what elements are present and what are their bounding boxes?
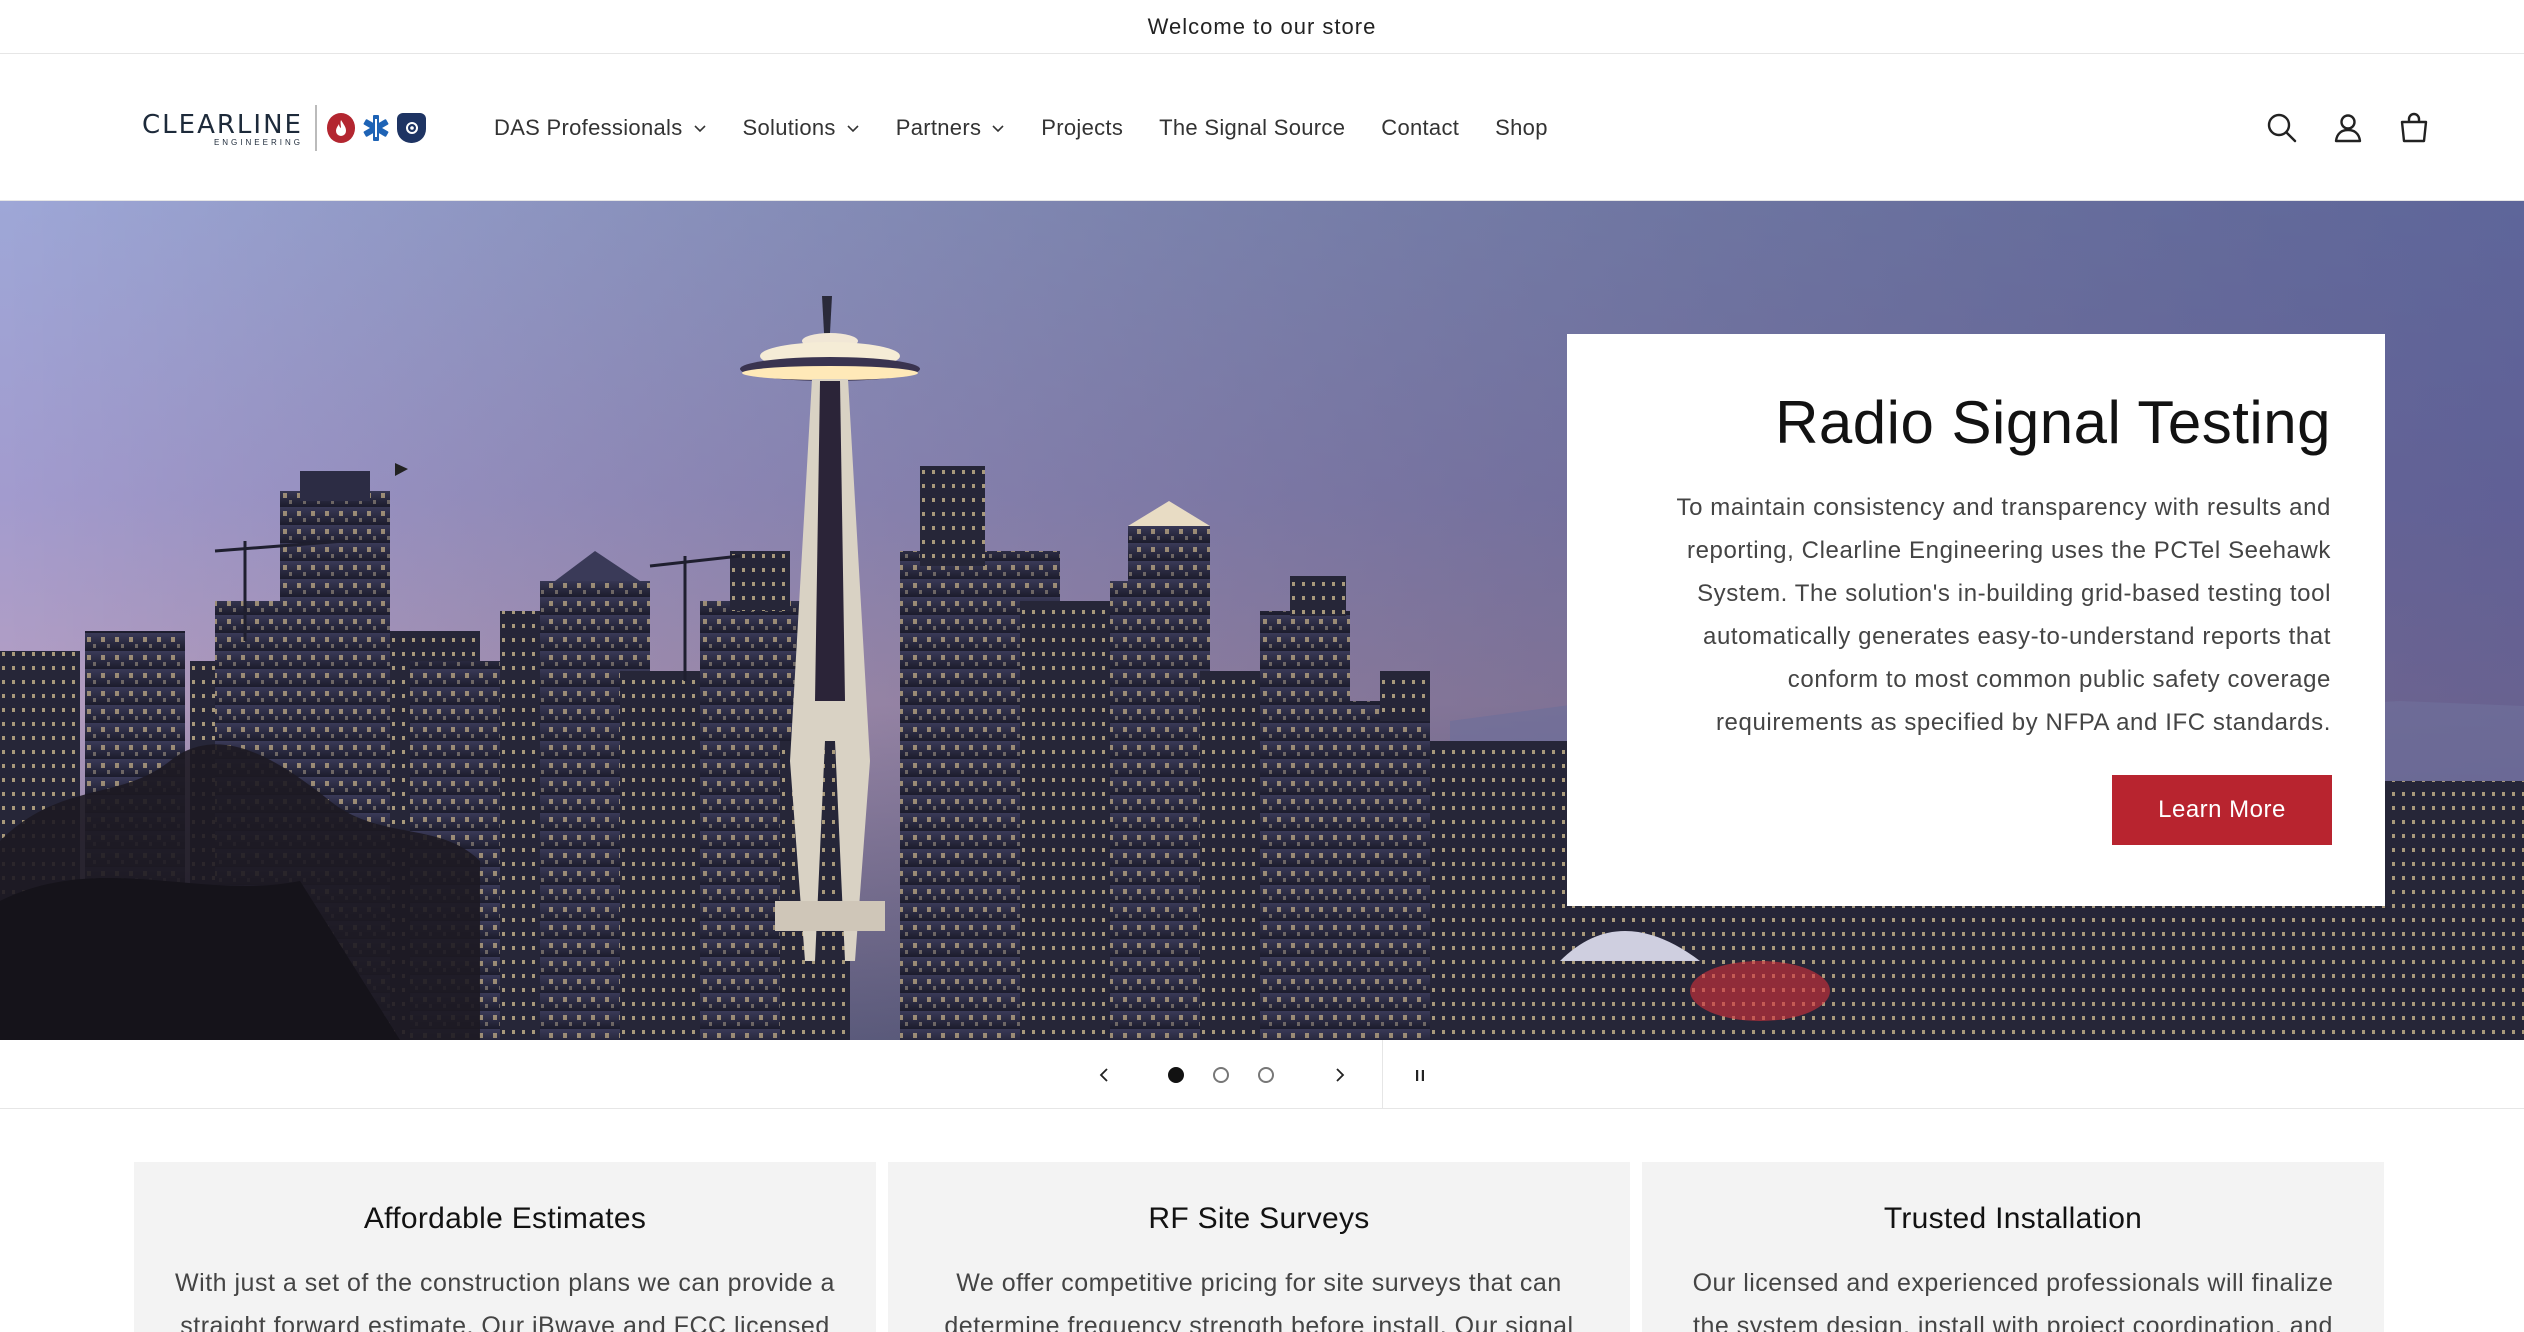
feature-card: Trusted Installation Our licensed and ex… <box>1642 1162 2384 1332</box>
main-nav: DAS Professionals Solutions Partners Pro… <box>494 54 1584 201</box>
nav-das-professionals[interactable]: DAS Professionals <box>494 115 707 141</box>
logo-subtitle: ENGINEERING <box>213 137 303 147</box>
hero-content-card: Radio Signal Testing To maintain consist… <box>1567 334 2385 906</box>
police-badge-icon <box>397 113 427 143</box>
hero-title: Radio Signal Testing <box>1775 389 2331 456</box>
nav-partners[interactable]: Partners <box>896 115 1006 141</box>
controls-divider <box>1382 1040 1383 1109</box>
hero-description-line: To maintain consistency and transparency… <box>1676 494 2331 521</box>
nav-label: The Signal Source <box>1159 114 1346 140</box>
nav-label: Partners <box>895 114 982 140</box>
hero-description: To maintain consistency and transparency… <box>1621 486 2331 744</box>
search-icon[interactable] <box>2266 112 2298 144</box>
hero-description-line: requirements as specified by NFPA and IF… <box>1715 709 2331 736</box>
nav-label: DAS Professionals <box>494 114 683 140</box>
nav-projects[interactable]: Projects <box>1041 115 1123 141</box>
next-slide-button[interactable] <box>1320 1040 1360 1109</box>
header-actions <box>2266 54 2430 201</box>
account-icon[interactable] <box>2332 112 2364 144</box>
hero-description-line: conform to most common public safety cov… <box>1787 666 2331 693</box>
site-header: CLEARLINE ENGINEERING DAS Professionals <box>0 54 2524 201</box>
feature-text: With just a set of the construction plan… <box>175 1269 835 1332</box>
nav-shop[interactable]: Shop <box>1495 115 1548 141</box>
nav-label: Contact <box>1381 114 1460 140</box>
chevron-down-icon <box>693 124 706 132</box>
site-logo[interactable]: CLEARLINE ENGINEERING <box>142 104 432 152</box>
feature-title: Affordable Estimates <box>363 1202 647 1235</box>
slide-dot-2[interactable] <box>1211 1040 1231 1109</box>
feature-text: We offer competitive pricing for site su… <box>944 1269 1574 1332</box>
feature-text: Our licensed and experienced professiona… <box>1692 1269 2334 1332</box>
fire-badge-icon <box>326 113 356 143</box>
slide-dot-indicator <box>1258 1066 1274 1083</box>
learn-more-button[interactable]: Learn More <box>2112 775 2332 845</box>
hero-description-line: automatically generates easy-to-understa… <box>1703 623 2331 650</box>
nav-the-signal-source[interactable]: The Signal Source <box>1159 115 1345 141</box>
feature-card: RF Site Surveys We offer competitive pri… <box>888 1162 1630 1332</box>
nav-solutions[interactable]: Solutions <box>743 115 860 141</box>
logo-divider <box>314 105 317 151</box>
nav-label: Solutions <box>742 114 836 140</box>
nav-contact[interactable]: Contact <box>1381 115 1459 141</box>
chevron-down-icon <box>847 124 859 132</box>
pause-slideshow-button[interactable] <box>1400 1040 1440 1109</box>
chevron-down-icon <box>992 124 1004 132</box>
cart-icon[interactable] <box>2398 112 2430 144</box>
announcement-text: Welcome to our store <box>1147 13 1377 39</box>
announcement-bar: Welcome to our store <box>0 0 2524 54</box>
nav-label: Shop <box>1495 114 1548 140</box>
feature-title: Trusted Installation <box>1883 1202 2143 1235</box>
feature-title: RF Site Surveys <box>1148 1202 1370 1235</box>
hero-description-line: reporting, Clearline Engineering uses th… <box>1686 537 2331 564</box>
nav-label: Projects <box>1041 114 1124 140</box>
hero-description-line: System. The solution's in-building grid-… <box>1697 580 2331 607</box>
hero-slideshow: Radio Signal Testing To maintain consist… <box>0 201 2524 1040</box>
slide-dot-indicator <box>1213 1066 1229 1083</box>
slideshow-controls <box>0 1040 2524 1109</box>
pause-icon <box>1416 1069 1424 1081</box>
logo-wordmark: CLEARLINE ENGINEERING <box>142 110 303 147</box>
logo-name: CLEARLINE <box>142 109 303 140</box>
star-of-life-icon <box>361 113 391 143</box>
slide-dot-indicator <box>1168 1066 1184 1083</box>
feature-card: Affordable Estimates With just a set of … <box>134 1162 876 1332</box>
chevron-right-icon <box>1336 1067 1345 1082</box>
previous-slide-button[interactable] <box>1084 1040 1124 1109</box>
chevron-left-icon <box>1099 1067 1108 1082</box>
features-section: Affordable Estimates With just a set of … <box>134 1162 2384 1332</box>
slide-dot-3[interactable] <box>1256 1040 1276 1109</box>
slide-dot-1[interactable] <box>1166 1040 1186 1109</box>
